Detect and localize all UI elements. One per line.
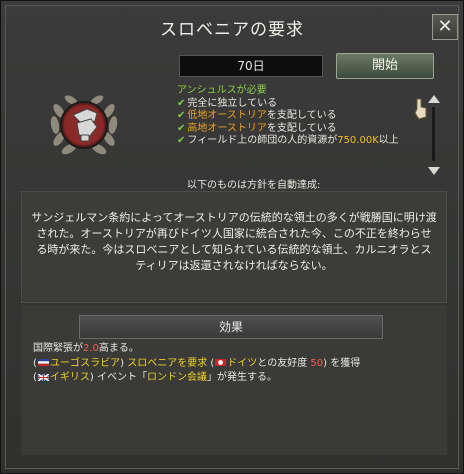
days-display: 70日 [179,55,323,77]
requirements-header: アンシュルスが必要 [177,85,267,96]
scroll-down-icon [428,167,440,175]
effects-list: 国際緊張が2.0高まる。 (ユーゴスラビア) スロベニアを要求 (ドイツとの友好… [33,342,443,386]
check-icon: ✔ [177,110,186,121]
pointer-hand-icon [414,98,427,120]
start-button[interactable]: 開始 [336,53,434,79]
close-icon: ✕ [437,16,453,37]
country-germany[interactable]: ドイツ [227,358,257,369]
check-icon: ✔ [177,122,186,134]
germany-flag-icon [215,359,227,366]
requirements-list: アンシュルスが必要 ✔ 完全に独立している ✔ 低地オーストリアを支配している ✔ 高… [177,85,417,173]
close-button[interactable]: ✕ [432,14,458,40]
requirement-item: ✔ 完全に独立している [177,97,278,109]
event-link[interactable]: ロンドン会議 [147,372,207,383]
requirement-item: ✔ 低地オーストリアを支配している [177,110,337,121]
yugoslavia-flag-icon [37,359,49,366]
uk-flag-icon [37,373,49,381]
requirement-item: ✔ フィールド上の師団の人的資源が750.00K以上 [177,135,399,146]
effect-line: 国際緊張が2.0高まる。 [33,343,139,354]
country-uk[interactable]: イギリス [50,372,90,383]
check-icon: ✔ [177,97,186,109]
country-yugoslavia[interactable]: ユーゴスラビア [50,358,120,369]
effects-button[interactable]: 効果 [79,315,383,339]
focus-description: サンジェルマン条約によってオーストリアの伝統的な領土の多くが戦勝国に明け渡された… [31,211,437,272]
check-icon: ✔ [177,135,186,146]
auto-complete-label: 以下のものは方針を自動達成: [187,180,321,191]
requirements-scrollbar[interactable] [427,93,441,177]
scroll-up-icon [428,95,440,103]
dialog-title: スロベニアの要求 [160,20,304,40]
focus-emblem-icon [50,95,118,155]
focus-dialog: スロベニアの要求 ✕ 70日 開始 アンシュルスが必要 ✔ 完全に独立している ✔… [0,0,464,474]
requirement-item: ✔ 高地オーストリアを支配している [177,122,337,134]
effect-line: (ユーゴスラビア) スロベニアを要求 (ドイツとの友好度 50) を獲得 [33,357,361,369]
effect-line: (イギリス) イベント「ロンドン会議」が発生する。 [33,372,277,383]
